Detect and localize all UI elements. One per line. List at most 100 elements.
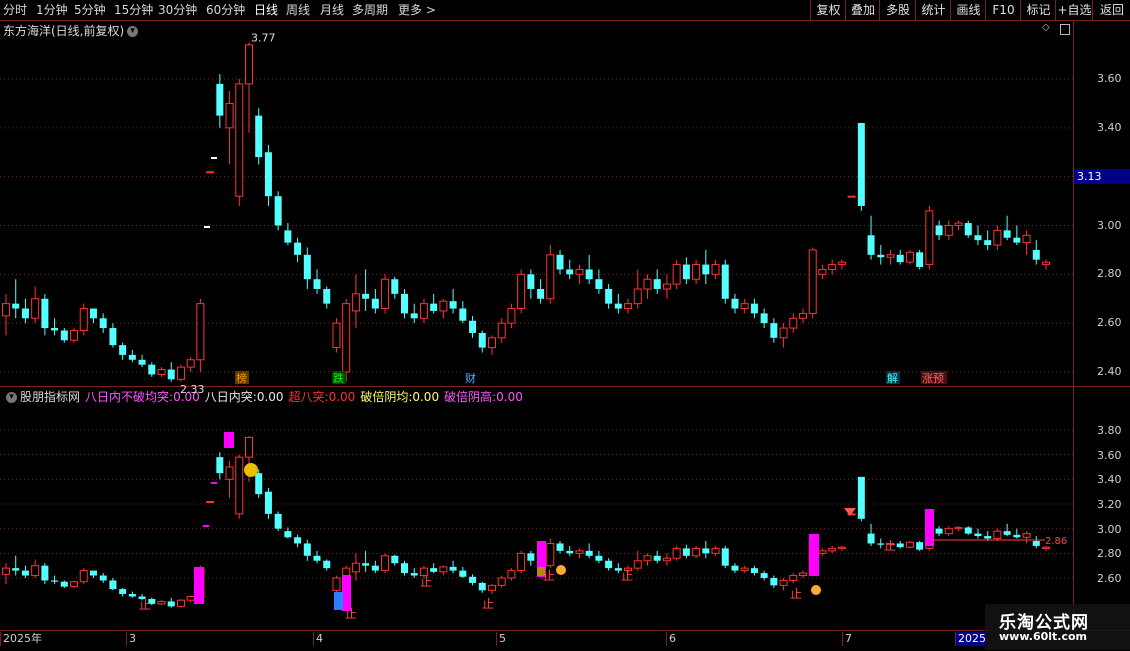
main-candle xyxy=(711,259,720,280)
indicator-candle xyxy=(89,570,97,578)
indicator-candle xyxy=(313,550,321,564)
main-candle xyxy=(662,274,671,299)
indicator-axis-tick: 2.60 xyxy=(1097,572,1122,585)
indicator-candle xyxy=(566,545,574,556)
indicator-candle xyxy=(1013,528,1021,539)
main-candle xyxy=(954,220,963,231)
main-candle xyxy=(12,279,20,319)
main-candle xyxy=(138,354,146,368)
main-candle xyxy=(109,323,117,348)
main-candle xyxy=(779,323,788,348)
main-candle xyxy=(828,259,837,275)
main-candle xyxy=(760,308,768,329)
current-price-tag: 3.13 xyxy=(1074,169,1130,184)
date-axis-label: 7 xyxy=(842,632,852,646)
main-candle xyxy=(89,308,97,324)
watermark-url: www.60lt.com xyxy=(999,630,1088,643)
indicator-candle xyxy=(964,526,972,535)
main-candle xyxy=(371,288,379,314)
main-candle xyxy=(877,245,885,265)
main-candle xyxy=(575,264,584,285)
high-price-mark: 3.77 xyxy=(251,31,276,44)
indicator-axis-tick: 3.80 xyxy=(1097,424,1122,437)
main-candle xyxy=(2,293,10,336)
indicator-candle xyxy=(944,526,953,537)
main-candle xyxy=(944,220,953,241)
indicator-candle xyxy=(867,523,875,546)
indicator-candle xyxy=(323,559,331,571)
main-candle xyxy=(497,318,506,343)
indicator-candle xyxy=(99,573,107,583)
main-candle xyxy=(1013,225,1021,246)
indicator-candle xyxy=(799,570,808,578)
toolbar-button-8[interactable]: 返回 xyxy=(1092,0,1130,20)
indicator-candle xyxy=(1003,523,1011,537)
main-axis-tick: 3.00 xyxy=(1097,218,1122,232)
indicator-candle xyxy=(41,563,49,585)
main-candle xyxy=(487,335,496,355)
main-axis-tick: 3.60 xyxy=(1097,72,1122,85)
indicator-axis-tick: 3.00 xyxy=(1097,522,1122,536)
signal-tag-1: 跌 xyxy=(332,371,346,385)
main-candle xyxy=(799,308,808,324)
indicator-candle xyxy=(896,541,904,549)
indicator-candle xyxy=(585,543,593,559)
signal-tag-text: 跌 xyxy=(333,371,344,385)
main-axis-tick: 2.80 xyxy=(1097,267,1122,281)
indicator-candle xyxy=(332,575,341,593)
main-candle xyxy=(624,298,633,314)
date-axis: 2025年 3 4 5 6 7 2025 xyxy=(0,630,1130,651)
indicator-candle xyxy=(770,575,778,588)
indicator-candle xyxy=(21,565,29,578)
main-candle xyxy=(79,303,88,336)
main-candle xyxy=(196,298,205,372)
main-candle xyxy=(692,259,701,285)
indicator-candle xyxy=(1032,536,1040,549)
main-candle xyxy=(186,357,195,372)
indicator-candle xyxy=(430,563,438,574)
main-candle xyxy=(225,91,234,165)
indicator-candle xyxy=(206,501,215,504)
money-bag-icon xyxy=(244,463,258,477)
main-candle xyxy=(351,274,360,329)
main-candle xyxy=(614,293,622,314)
indicator-candle xyxy=(993,528,1002,541)
main-candle xyxy=(672,259,681,289)
indicator-candle xyxy=(157,600,166,606)
date-axis-label: 6 xyxy=(666,632,676,646)
indicator-candle xyxy=(575,548,584,559)
indicator-candle xyxy=(905,541,914,549)
main-candle xyxy=(274,191,282,231)
indicator-candle xyxy=(837,545,846,551)
main-candle xyxy=(167,362,175,382)
main-candle xyxy=(1022,230,1031,255)
main-candle xyxy=(51,318,59,336)
indicator-candle xyxy=(284,527,292,539)
watermark: 乐淘公式网 www.60lt.com xyxy=(985,604,1130,650)
main-candle xyxy=(235,79,244,206)
indicator-candle xyxy=(186,595,195,603)
main-candle xyxy=(537,279,545,304)
indicator-signal-bar xyxy=(224,432,234,448)
indicator-candle xyxy=(595,550,603,564)
stop-marker: 止 xyxy=(543,569,555,583)
main-candle xyxy=(362,269,370,311)
candlestick-chart: 3.772.33榜跌财解涨预2.86止止止止 止止止止 xyxy=(0,31,1073,621)
indicator-candle xyxy=(439,565,448,576)
indicator-candle xyxy=(128,591,136,598)
indicator-candle xyxy=(935,526,943,537)
indicator-candle xyxy=(401,560,409,576)
indicator-candle xyxy=(264,487,272,519)
main-candle xyxy=(206,171,215,174)
indicator-candle xyxy=(79,568,88,585)
main-candle xyxy=(818,264,827,280)
main-candle xyxy=(974,225,982,246)
main-candle xyxy=(381,274,390,314)
main-candle xyxy=(469,315,477,338)
date-axis-label: 4 xyxy=(313,632,323,646)
main-candle xyxy=(1003,215,1011,241)
main-candle xyxy=(255,108,263,165)
main-candle xyxy=(925,205,934,270)
indicator-candle xyxy=(711,545,720,556)
indicator-candle xyxy=(459,566,467,578)
